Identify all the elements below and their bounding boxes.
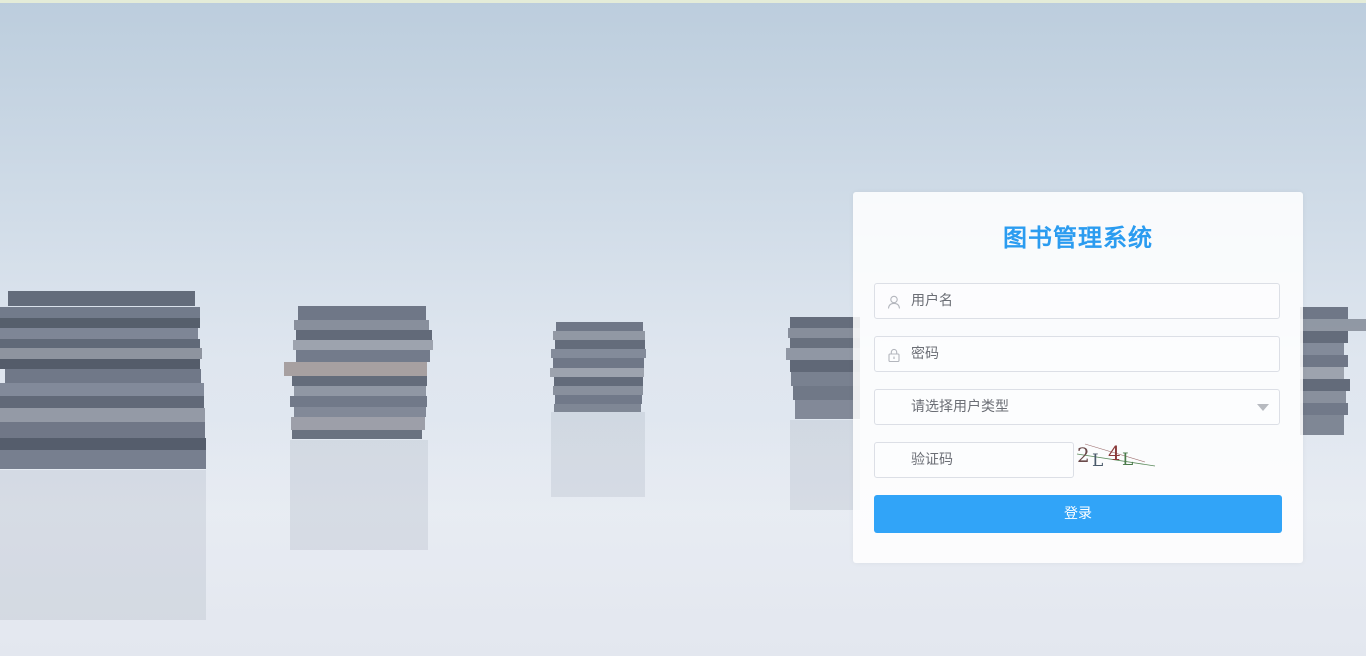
captcha-char: 2 (1077, 443, 1090, 467)
login-button[interactable]: 登录 (874, 495, 1282, 533)
user-type-input[interactable] (911, 390, 1251, 424)
captcha-char: L (1122, 450, 1133, 470)
book-stack-second (284, 306, 433, 439)
captcha-char: 4 (1108, 441, 1121, 465)
lock-icon (887, 347, 901, 363)
app-title: 图书管理系统 (1003, 224, 1153, 252)
password-input[interactable] (911, 337, 1251, 371)
book-stack-left (0, 291, 206, 469)
username-field[interactable] (874, 283, 1280, 319)
login-page: 图书管理系统 用户名 请选择用户类型 验证码 2 L 4 L 登录 (0, 0, 1366, 656)
book-stack-fourth (786, 317, 860, 419)
password-field[interactable] (874, 336, 1280, 372)
user-type-select[interactable] (874, 389, 1280, 425)
chevron-down-icon[interactable] (1257, 404, 1269, 411)
captcha-field[interactable] (874, 442, 1074, 478)
login-card: 图书管理系统 用户名 请选择用户类型 验证码 2 L 4 L 登录 (853, 192, 1303, 563)
book-stack-right (1300, 307, 1366, 435)
book-stack-third (550, 322, 646, 412)
captcha-input[interactable] (911, 443, 1061, 477)
captcha-char: L (1092, 451, 1103, 470)
user-icon (887, 294, 901, 309)
username-input[interactable] (911, 284, 1251, 318)
captcha-image[interactable]: 2 L 4 L (1075, 440, 1157, 470)
